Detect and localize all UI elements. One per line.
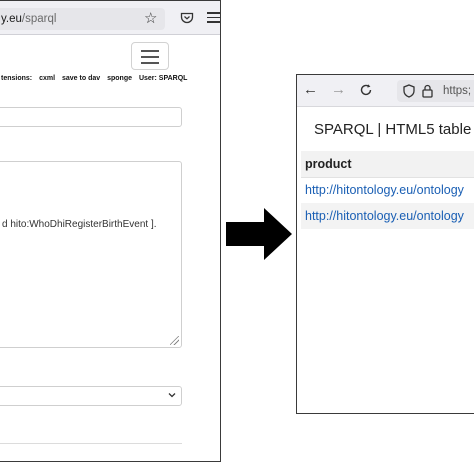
table-cell: http://hitontology.eu/ontology	[301, 177, 474, 203]
right-arrow-icon	[226, 208, 292, 260]
column-header-product: product	[301, 151, 474, 178]
nav-item-sponge[interactable]: sponge	[107, 75, 132, 82]
query-text: d hito:WhoDhiRegisterBirthEvent ].	[2, 219, 157, 230]
nav-item-save-to-dav[interactable]: save to dav	[62, 75, 100, 82]
hamburger-icon[interactable]	[131, 42, 169, 70]
back-arrow-icon[interactable]: ←	[303, 82, 318, 98]
query-textarea[interactable]: d hito:WhoDhiRegisterBirthEvent ].	[0, 161, 182, 348]
page-title: SPARQL | HTML5 table	[314, 121, 472, 138]
right-url-bar[interactable]: https;	[397, 80, 474, 102]
table-cell: http://hitontology.eu/ontology	[301, 203, 474, 229]
nav-item-extensions[interactable]: tensions:	[1, 75, 32, 82]
left-browser-window: y.eu/sparql ☆ tensions: cxml save to dav…	[0, 0, 221, 462]
left-browser-toolbar: y.eu/sparql ☆	[0, 1, 220, 35]
reload-icon[interactable]	[359, 83, 373, 97]
left-url-path: /sparql	[21, 13, 57, 25]
default-graph-input[interactable]	[0, 107, 182, 127]
table-row: http://hitontology.eu/ontology	[301, 177, 474, 203]
lock-icon	[422, 84, 433, 98]
left-url-domain: y.eu	[1, 13, 22, 25]
table-row: http://hitontology.eu/ontology	[301, 203, 474, 229]
result-link[interactable]: http://hitontology.eu/ontology	[305, 183, 464, 197]
pocket-icon[interactable]	[180, 12, 194, 24]
nav-item-user[interactable]: User: SPARQL	[139, 75, 188, 82]
shield-icon	[403, 84, 415, 98]
nav-item-cxml[interactable]: cxml	[39, 75, 55, 82]
right-url-text: https;	[443, 85, 472, 97]
results-table: product http://hitontology.eu/ontology h…	[301, 151, 474, 229]
results-format-select[interactable]	[0, 386, 182, 406]
left-url-bar[interactable]: y.eu/sparql	[0, 8, 165, 30]
result-link[interactable]: http://hitontology.eu/ontology	[305, 209, 464, 223]
right-browser-toolbar: ← → https;	[297, 75, 474, 107]
table-header-row: product	[301, 151, 474, 178]
right-browser-window: ← → https; SPARQL | HTML5 table product …	[296, 74, 474, 414]
divider	[0, 443, 182, 444]
forward-arrow-icon[interactable]: →	[331, 82, 346, 98]
menu-icon[interactable]	[207, 12, 220, 26]
resize-handle-icon[interactable]	[170, 336, 179, 345]
left-nav-bar: tensions: cxml save to dav sponge User: …	[1, 75, 220, 82]
chevron-down-icon	[168, 393, 176, 398]
star-icon[interactable]: ☆	[144, 10, 157, 28]
